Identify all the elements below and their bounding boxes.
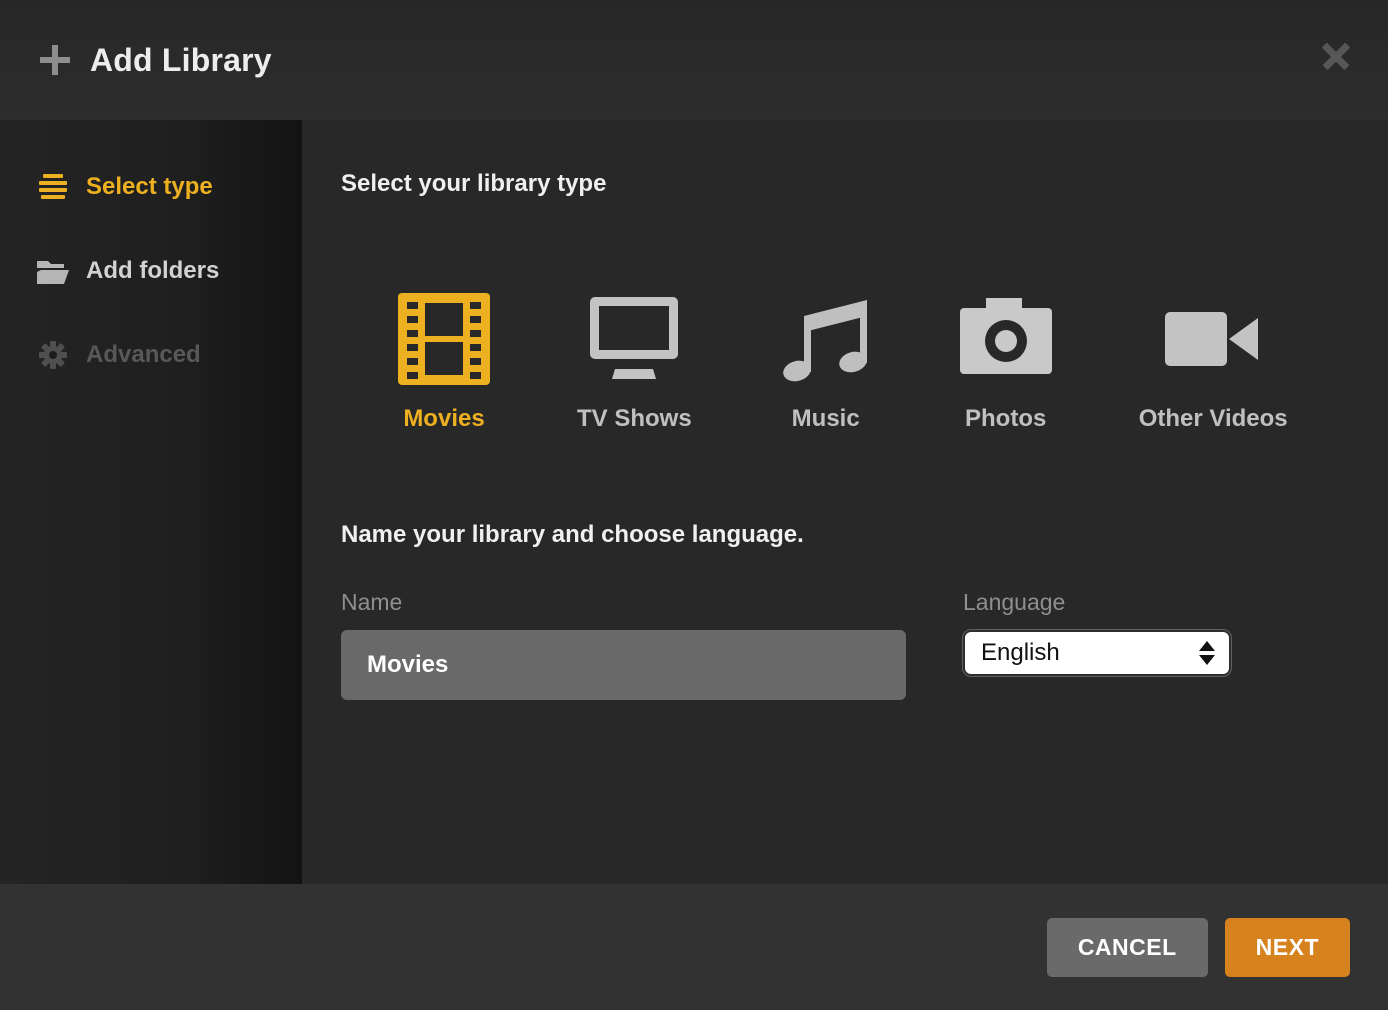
language-selected-value: English [981, 639, 1199, 667]
type-label: Photos [965, 405, 1046, 433]
type-option-photos[interactable]: Photos [960, 293, 1052, 433]
sidebar-item-select-type[interactable]: Select type [0, 162, 302, 212]
close-icon[interactable] [1320, 40, 1352, 72]
list-lines-icon [36, 172, 70, 202]
library-type-picker: Movies TV Shows [341, 293, 1388, 433]
sidebar-item-add-folders[interactable]: Add folders [0, 246, 302, 296]
name-field-label: Name [341, 589, 906, 616]
dialog-title: Add Library [90, 42, 272, 79]
video-camera-icon [1165, 308, 1261, 370]
sidebar-item-label: Advanced [86, 341, 201, 369]
camera-icon [960, 298, 1052, 380]
film-strip-icon [398, 293, 490, 385]
sidebar-item-label: Select type [86, 173, 213, 201]
type-option-music[interactable]: Music [779, 293, 873, 433]
name-language-form: Name Language English [341, 589, 1388, 700]
select-stepper-icon [1199, 641, 1215, 665]
cancel-button[interactable]: CANCEL [1047, 918, 1208, 977]
sidebar-item-label: Add folders [86, 257, 219, 285]
type-label: Other Videos [1139, 405, 1288, 433]
dialog-header: Add Library [0, 0, 1388, 120]
language-select[interactable]: English [963, 630, 1231, 676]
next-button[interactable]: NEXT [1225, 918, 1350, 977]
language-field-label: Language [963, 589, 1231, 616]
type-option-tv-shows[interactable]: TV Shows [577, 293, 692, 433]
library-name-input[interactable] [341, 630, 906, 700]
music-notes-icon [779, 294, 873, 384]
tv-monitor-icon [586, 297, 682, 381]
sidebar-item-advanced: Advanced [0, 330, 302, 380]
name-language-heading: Name your library and choose language. [341, 521, 1388, 549]
plus-icon [40, 45, 70, 75]
main-panel: Select your library type [302, 120, 1388, 884]
dialog-footer: CANCEL NEXT [0, 884, 1388, 1010]
type-label: Movies [403, 405, 484, 433]
gear-icon [36, 340, 70, 370]
type-option-other-videos[interactable]: Other Videos [1139, 293, 1288, 433]
folder-open-icon [36, 256, 70, 286]
wizard-steps-sidebar: Select type Add folders [0, 120, 302, 884]
type-label: TV Shows [577, 405, 692, 433]
type-option-movies[interactable]: Movies [398, 293, 490, 433]
library-type-heading: Select your library type [341, 170, 1388, 198]
type-label: Music [792, 405, 860, 433]
